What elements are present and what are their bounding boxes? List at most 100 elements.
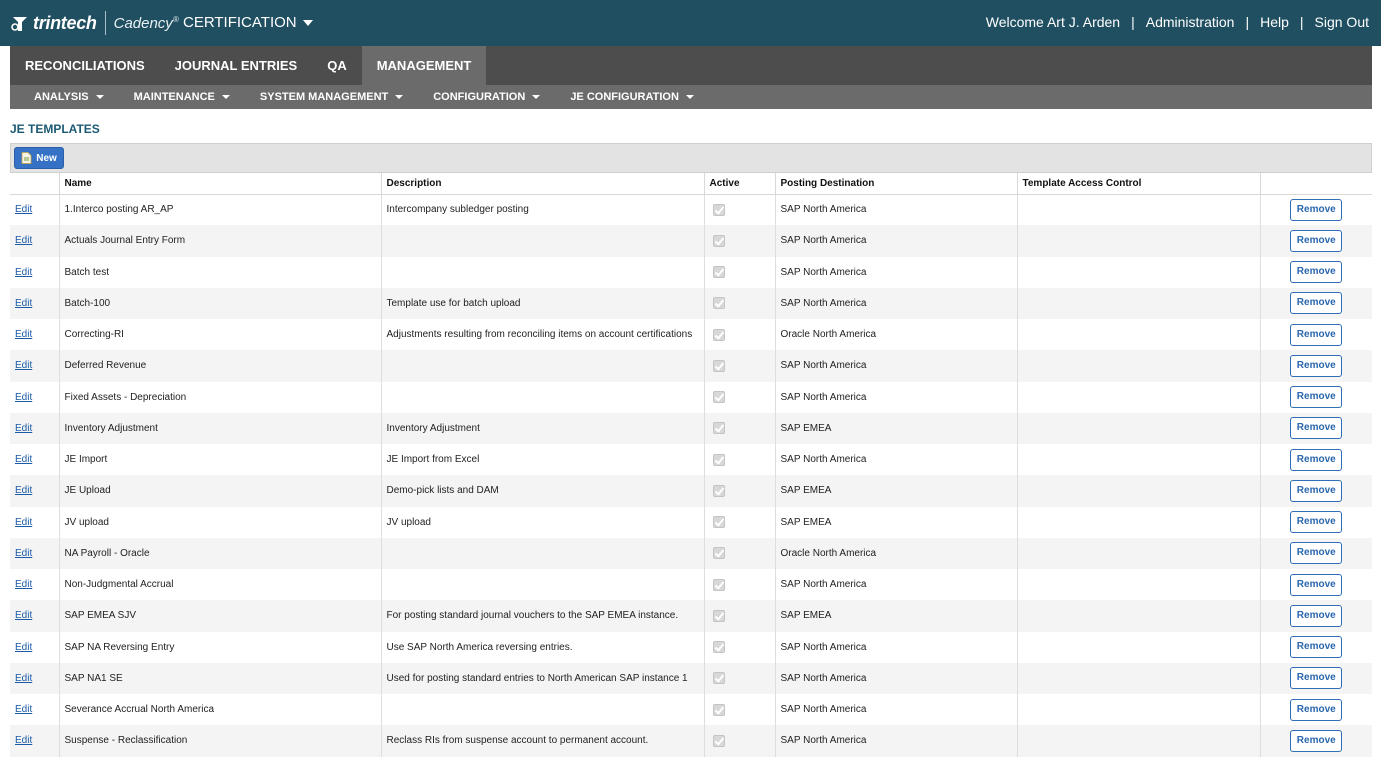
remove-button[interactable]: Remove: [1290, 261, 1343, 284]
help-link[interactable]: Help: [1260, 14, 1289, 30]
checkbox-checked-icon: [712, 203, 725, 216]
posting-destination-cell: Oracle North America: [774, 319, 1017, 351]
name-cell: Severance Accrual North America: [58, 694, 381, 726]
remove-cell: Remove: [1259, 537, 1372, 569]
subnav-je-configuration[interactable]: JE CONFIGURATION: [570, 91, 694, 103]
posting-destination-cell: SAP North America: [774, 225, 1017, 257]
remove-button[interactable]: Remove: [1290, 386, 1343, 409]
template-access-control-cell: [1016, 225, 1260, 257]
tab-reconciliations[interactable]: RECONCILIATIONS: [10, 46, 160, 85]
description-cell: [380, 569, 704, 601]
table-row: Edit JE Import JE Import from Excel SAP Nor…: [10, 444, 1372, 476]
edit-link[interactable]: Edit: [15, 548, 32, 559]
edit-link[interactable]: Edit: [15, 642, 32, 653]
edit-link[interactable]: Edit: [15, 329, 32, 340]
posting-destination-cell: SAP EMEA: [774, 506, 1017, 538]
new-template-button[interactable]: New: [14, 147, 64, 169]
posting-destination-cell: SAP North America: [774, 631, 1017, 663]
column-header-template-access-control[interactable]: Template Access Control: [1016, 173, 1260, 195]
edit-link[interactable]: Edit: [15, 298, 32, 309]
top-header: trintech Cadency® CERTIFICATION Welcome …: [0, 0, 1381, 46]
edit-cell: Edit: [10, 412, 59, 444]
active-cell: [703, 381, 775, 413]
description-cell: Template use for batch upload: [380, 287, 704, 319]
remove-button[interactable]: Remove: [1290, 542, 1343, 565]
column-header-active[interactable]: Active: [703, 173, 775, 195]
remove-button[interactable]: Remove: [1290, 448, 1343, 471]
subnav-label: CONFIGURATION: [433, 91, 526, 103]
edit-link[interactable]: Edit: [15, 673, 32, 684]
remove-button[interactable]: Remove: [1290, 729, 1343, 752]
table-row: Edit Inventory Adjustment Inventory Adjust…: [10, 412, 1372, 444]
posting-destination-cell: SAP North America: [774, 725, 1017, 757]
edit-link[interactable]: Edit: [15, 267, 32, 278]
remove-button[interactable]: Remove: [1290, 636, 1343, 659]
column-header-name[interactable]: Name: [58, 173, 381, 195]
tab-management[interactable]: MANAGEMENT: [361, 46, 487, 85]
edit-link[interactable]: Edit: [15, 423, 32, 434]
edit-link[interactable]: Edit: [15, 392, 32, 403]
edit-link[interactable]: Edit: [15, 610, 32, 621]
edit-link[interactable]: Edit: [15, 235, 32, 246]
table-row: Edit JV upload JV upload SAP EMEA Remove: [10, 506, 1372, 538]
edit-cell: Edit: [10, 600, 59, 632]
table-row: Edit Batch test SAP North America Remove: [10, 256, 1372, 288]
remove-button[interactable]: Remove: [1290, 479, 1343, 502]
edit-link[interactable]: Edit: [15, 579, 32, 590]
subnav-maintenance[interactable]: MAINTENANCE: [134, 91, 230, 103]
edit-link[interactable]: Edit: [15, 454, 32, 465]
sign-out-link[interactable]: Sign Out: [1315, 14, 1369, 30]
description-cell: Intercompany subledger posting: [380, 194, 704, 226]
administration-link[interactable]: Administration: [1146, 14, 1235, 30]
name-cell: Deferred Revenue: [58, 350, 381, 382]
checkbox-checked-icon: [712, 422, 725, 435]
caret-down-icon: [395, 95, 404, 99]
remove-button[interactable]: Remove: [1290, 573, 1343, 596]
remove-cell: Remove: [1259, 350, 1372, 382]
remove-button[interactable]: Remove: [1290, 511, 1343, 534]
column-header-remove: [1259, 173, 1372, 195]
column-header-description[interactable]: Description: [380, 173, 704, 195]
environment-selector[interactable]: CERTIFICATION: [183, 14, 313, 31]
tab-journal-entries[interactable]: JOURNAL ENTRIES: [160, 46, 313, 85]
remove-button[interactable]: Remove: [1290, 292, 1343, 315]
active-cell: [703, 631, 775, 663]
table-row: Edit Correcting-RI Adjustments resulting f…: [10, 319, 1372, 351]
remove-button[interactable]: Remove: [1290, 354, 1343, 377]
edit-link[interactable]: Edit: [15, 517, 32, 528]
name-cell: Fixed Assets - Depreciation: [58, 381, 381, 413]
posting-destination-cell: SAP North America: [774, 287, 1017, 319]
edit-link[interactable]: Edit: [15, 735, 32, 746]
checkbox-checked-icon: [712, 484, 725, 497]
table-row: Edit SAP EMEA SJV For posting standard jou…: [10, 600, 1372, 632]
edit-cell: Edit: [10, 569, 59, 600]
remove-button[interactable]: Remove: [1290, 198, 1343, 221]
remove-button[interactable]: Remove: [1290, 323, 1343, 346]
edit-link[interactable]: Edit: [15, 485, 32, 496]
checkbox-checked-icon: [712, 516, 725, 529]
remove-button[interactable]: Remove: [1290, 417, 1343, 440]
edit-cell: Edit: [10, 444, 59, 475]
remove-button[interactable]: Remove: [1290, 604, 1343, 627]
subnav-configuration[interactable]: CONFIGURATION: [433, 91, 541, 103]
edit-link[interactable]: Edit: [15, 360, 32, 371]
table-row: Edit SAP NA1 SE Used for posting standard …: [10, 662, 1372, 694]
remove-button[interactable]: Remove: [1290, 229, 1343, 252]
remove-cell: Remove: [1259, 412, 1372, 444]
name-cell: Batch test: [58, 256, 381, 288]
tab-qa[interactable]: QA: [312, 46, 362, 85]
description-cell: [380, 694, 704, 726]
brand-logo[interactable]: trintech Cadency®: [10, 11, 179, 35]
subnav-system-management[interactable]: SYSTEM MANAGEMENT: [260, 91, 404, 103]
column-header-posting-destination[interactable]: Posting Destination: [774, 173, 1017, 195]
remove-button[interactable]: Remove: [1290, 698, 1343, 721]
edit-link[interactable]: Edit: [15, 204, 32, 215]
edit-link[interactable]: Edit: [15, 704, 32, 715]
active-cell: [703, 537, 775, 569]
remove-cell: Remove: [1259, 600, 1372, 632]
active-cell: [703, 287, 775, 319]
subnav-analysis[interactable]: ANALYSIS: [34, 91, 104, 103]
remove-button[interactable]: Remove: [1290, 667, 1343, 690]
template-access-control-cell: [1016, 412, 1260, 444]
posting-destination-cell: SAP North America: [774, 662, 1017, 694]
